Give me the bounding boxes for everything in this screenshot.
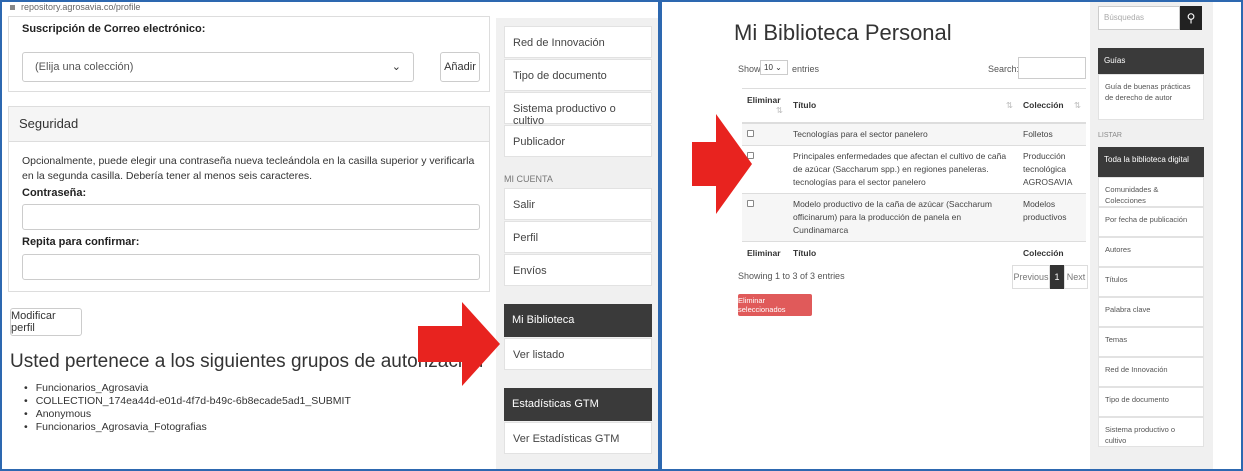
sidebar-item-tipo-documento[interactable]: Tipo de documento (1098, 387, 1204, 417)
sidebar-item-red-innovacion[interactable]: Red de Innovación (504, 26, 652, 58)
table-row: Tecnologías para el sector panelero Foll… (742, 122, 1086, 146)
sidebar-item-red-innovacion[interactable]: Red de Innovación (1098, 357, 1204, 387)
stats-heading: Estadísticas GTM (504, 388, 652, 421)
list-item: Funcionarios_Agrosavia_Fotografias (24, 421, 351, 434)
right-screenshot: Mi Biblioteca Personal Show 10 ⌄ entries… (660, 0, 1243, 471)
next-button[interactable]: Next (1064, 265, 1088, 289)
row-collection: Producción tecnológica AGROSAVIA (1018, 145, 1086, 194)
pointer-arrow-icon (418, 302, 500, 386)
previous-button[interactable]: Previous (1012, 265, 1050, 289)
sidebar-item-fecha[interactable]: Por fecha de publicación (1098, 207, 1204, 237)
password-field[interactable] (22, 204, 480, 230)
sidebar-item-publicador[interactable]: Publicador (504, 125, 652, 157)
security-heading: Seguridad (8, 106, 490, 142)
show-label: Show (738, 64, 761, 74)
delete-selected-button[interactable]: Eliminar seleccionados (738, 294, 812, 316)
search-icon: ⚲ (1186, 11, 1196, 25)
add-button[interactable]: Añadir (440, 52, 480, 82)
library-heading: Mi Biblioteca (504, 304, 652, 337)
sidebar-item-sistema-productivo[interactable]: Sistema productivo o cultivo (1098, 417, 1204, 447)
entries-label: entries (792, 64, 820, 74)
collection-select-value: (Elija una colección) (35, 61, 134, 73)
sidebar-item-autores[interactable]: Autores (1098, 237, 1204, 267)
sidebar-item-envios[interactable]: Envíos (504, 254, 652, 286)
guides-heading: Guías (1098, 48, 1204, 74)
sort-icon: ⇅ (1073, 100, 1081, 110)
account-heading: MI CUENTA (504, 174, 553, 184)
left-screenshot: repository.agrosavia.co/profile Suscripc… (0, 0, 660, 471)
chevron-down-icon: ⌄ (391, 61, 401, 73)
groups-title: Usted pertenece a los siguientes grupos … (10, 351, 484, 372)
sidebar-item-tipo-documento[interactable]: Tipo de documento (504, 59, 652, 91)
groups-list: Funcionarios_Agrosavia COLLECTION_174ea4… (24, 382, 351, 434)
list-item: COLLECTION_174ea44d-e01d-4f7d-b49c-6b8ec… (24, 395, 351, 408)
sidebar-item-ver-listado[interactable]: Ver listado (504, 338, 652, 370)
sidebar-item-comunidades[interactable]: Comunidades & Colecciones (1098, 177, 1204, 207)
column-footer: Eliminar (742, 241, 788, 264)
table-row: Modelo productivo de la caña de azúcar (… (742, 193, 1086, 242)
lock-icon (10, 5, 15, 11)
url-bar: repository.agrosavia.co/profile (10, 2, 140, 12)
sidebar-item-whole-library[interactable]: Toda la biblioteca digital (1098, 147, 1204, 177)
sidebar-item-guide[interactable]: Guía de buenas prácticas de derecho de a… (1098, 74, 1204, 120)
row-title[interactable]: Tecnologías para el sector panelero (788, 122, 1018, 146)
sort-icon: ⇅ (775, 105, 783, 115)
security-description: Opcionalmente, puede elegir una contrase… (22, 155, 475, 182)
modify-profile-button[interactable]: Modificar perfil (10, 308, 82, 336)
page-1-button[interactable]: 1 (1050, 265, 1064, 289)
sidebar-item-sistema-productivo[interactable]: Sistema productivo o cultivo (504, 92, 652, 127)
search-button[interactable]: ⚲ (1180, 6, 1202, 30)
collection-select[interactable]: (Elija una colección) ⌄ (22, 52, 414, 82)
url-text: repository.agrosavia.co/profile (21, 2, 141, 12)
list-heading: LISTAR (1098, 132, 1122, 139)
list-item: Anonymous (24, 408, 351, 421)
search-input[interactable] (1018, 57, 1086, 79)
column-header-label: Eliminar (747, 95, 781, 105)
row-title[interactable]: Principales enfermedades que afectan el … (788, 145, 1018, 194)
sidebar-item-salir[interactable]: Salir (504, 188, 652, 220)
page-title: Mi Biblioteca Personal (734, 20, 952, 45)
column-footer: Colección (1018, 241, 1086, 264)
subscription-label: Suscripción de Correo electrónico: (22, 23, 206, 35)
sidebar-item-palabra-clave[interactable]: Palabra clave (1098, 297, 1204, 327)
entries-select-value: 10 (764, 63, 773, 72)
list-item: Funcionarios_Agrosavia (24, 382, 351, 395)
pointer-arrow-icon (692, 114, 752, 214)
confirm-password-field[interactable] (22, 254, 480, 280)
sort-icon: ⇅ (1005, 100, 1013, 110)
sidebar-item-perfil[interactable]: Perfil (504, 221, 652, 253)
table-row: Principales enfermedades que afectan el … (742, 145, 1086, 194)
row-title[interactable]: Modelo productivo de la caña de azúcar (… (788, 193, 1018, 242)
row-collection: Folletos (1018, 122, 1086, 146)
search-label: Search: (988, 64, 1020, 74)
entries-select[interactable]: 10 ⌄ (760, 60, 788, 75)
password-label: Contraseña: (22, 187, 87, 199)
column-header[interactable]: Colección ⇅ (1018, 88, 1086, 124)
sidebar-item-temas[interactable]: Temas (1098, 327, 1204, 357)
column-header-label: Título (793, 100, 817, 110)
library-table: Eliminar ⇅ Título ⇅ Colección ⇅ Tecnologías… (742, 88, 1086, 264)
showing-entries: Showing 1 to 3 of 3 entries (738, 271, 845, 281)
row-collection: Modelos productivos (1018, 193, 1086, 242)
sidebar-item-ver-estadisticas[interactable]: Ver Estadísticas GTM (504, 422, 652, 454)
column-header-label: Colección (1023, 100, 1064, 110)
column-footer: Título (788, 241, 1018, 264)
sidebar-item-titulos[interactable]: Títulos (1098, 267, 1204, 297)
search-input[interactable]: Búsquedas (1098, 6, 1180, 30)
column-header[interactable]: Título ⇅ (788, 88, 1018, 124)
confirm-label: Repita para confirmar: (22, 236, 140, 248)
